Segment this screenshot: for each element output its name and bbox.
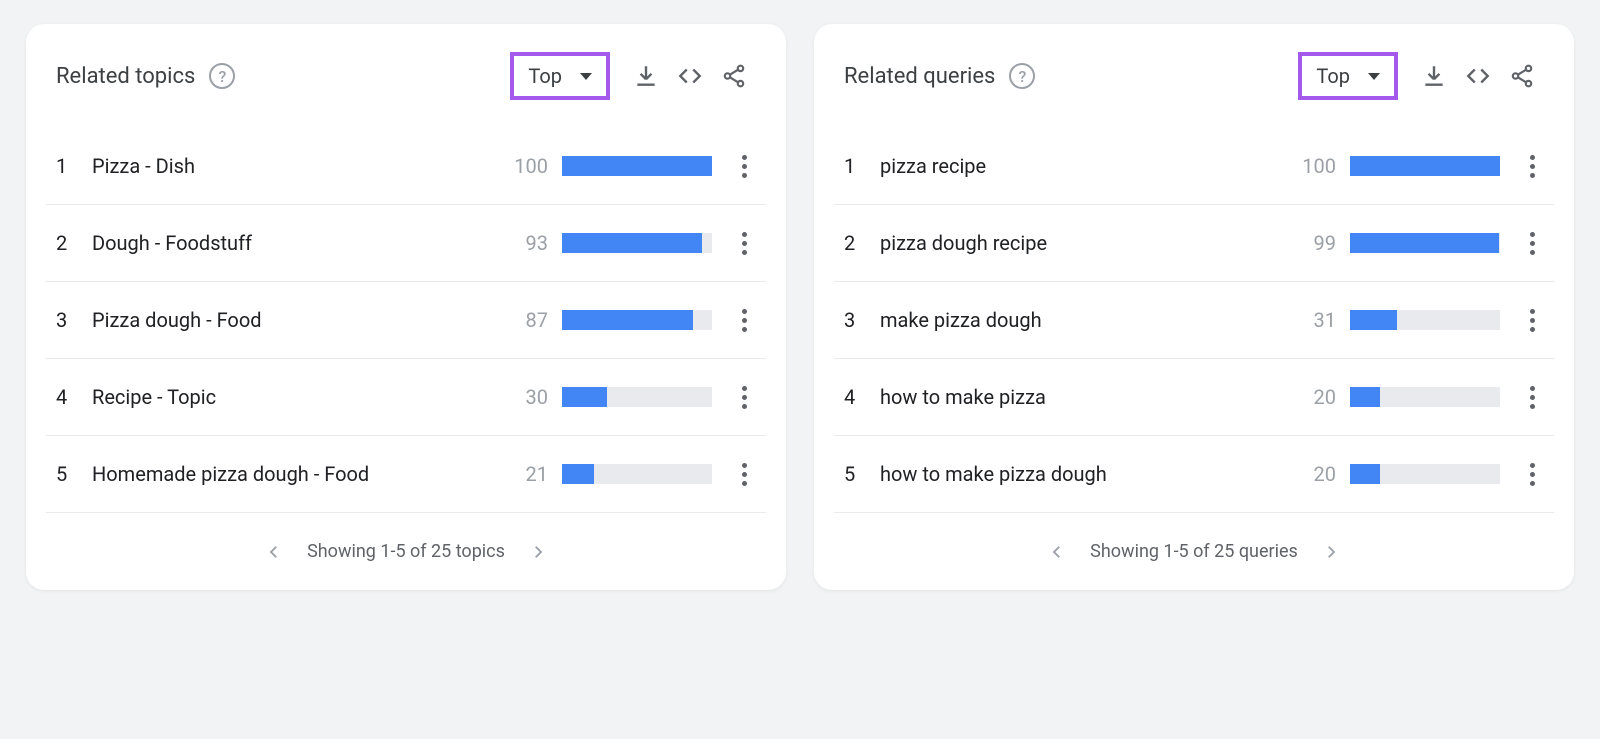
sort-dropdown[interactable]: Top [1298,52,1398,100]
item-label: Dough - Foodstuff [84,231,508,255]
more-vert-icon[interactable] [732,155,756,178]
item-bar [562,464,712,484]
card-title: Related queries [844,64,995,89]
download-icon[interactable] [624,54,668,98]
list-item[interactable]: 1pizza recipe100 [834,128,1554,205]
item-bar [1350,464,1500,484]
list-item[interactable]: 5Homemade pizza dough - Food21 [46,436,766,513]
list-item[interactable]: 3make pizza dough31 [834,282,1554,359]
sort-label: Top [1316,64,1350,88]
item-rank: 1 [844,154,872,178]
more-vert-icon[interactable] [732,309,756,332]
item-label: pizza recipe [872,154,1296,178]
item-label: Recipe - Topic [84,385,508,409]
item-rank: 5 [56,462,84,486]
topics-list: 1Pizza - Dish1002Dough - Foodstuff933Piz… [26,128,786,513]
share-icon[interactable] [712,54,756,98]
item-rank: 4 [844,385,872,409]
download-icon[interactable] [1412,54,1456,98]
pager: Showing 1-5 of 25 queries [814,513,1574,572]
card-header: Related topics ? Top [26,52,786,128]
item-rank: 2 [844,231,872,255]
more-vert-icon[interactable] [732,463,756,486]
embed-icon[interactable] [668,54,712,98]
item-bar [562,233,712,253]
item-bar [1350,233,1500,253]
pager: Showing 1-5 of 25 topics [26,513,786,572]
caret-down-icon [1368,73,1380,80]
more-vert-icon[interactable] [1520,155,1544,178]
more-vert-icon[interactable] [732,232,756,255]
share-icon[interactable] [1500,54,1544,98]
item-value: 100 [1296,154,1336,178]
item-bar [1350,310,1500,330]
related-topics-card: Related topics ? Top 1Pizza - Dish1002Do… [26,24,786,590]
item-value: 20 [1296,385,1336,409]
item-bar [1350,156,1500,176]
item-label: how to make pizza dough [872,462,1296,486]
more-vert-icon[interactable] [1520,386,1544,409]
help-icon[interactable]: ? [209,63,235,89]
item-value: 87 [508,308,548,332]
item-rank: 1 [56,154,84,178]
item-bar [562,310,712,330]
item-label: pizza dough recipe [872,231,1296,255]
item-value: 31 [1296,308,1336,332]
item-label: Homemade pizza dough - Food [84,462,508,486]
item-value: 30 [508,385,548,409]
next-page-button[interactable] [1322,543,1340,561]
help-icon[interactable]: ? [1009,63,1035,89]
more-vert-icon[interactable] [1520,463,1544,486]
more-vert-icon[interactable] [1520,309,1544,332]
item-rank: 4 [56,385,84,409]
item-value: 21 [508,462,548,486]
item-value: 99 [1296,231,1336,255]
more-vert-icon[interactable] [1520,232,1544,255]
queries-list: 1pizza recipe1002pizza dough recipe993ma… [814,128,1574,513]
next-page-button[interactable] [529,543,547,561]
list-item[interactable]: 4how to make pizza20 [834,359,1554,436]
list-item[interactable]: 1Pizza - Dish100 [46,128,766,205]
item-label: make pizza dough [872,308,1296,332]
list-item[interactable]: 3Pizza dough - Food87 [46,282,766,359]
item-rank: 5 [844,462,872,486]
card-title: Related topics [56,64,195,89]
pager-text: Showing 1-5 of 25 queries [1090,541,1298,562]
item-label: Pizza - Dish [84,154,508,178]
list-item[interactable]: 2Dough - Foodstuff93 [46,205,766,282]
item-label: Pizza dough - Food [84,308,508,332]
item-rank: 3 [56,308,84,332]
item-value: 93 [508,231,548,255]
item-value: 100 [508,154,548,178]
sort-dropdown[interactable]: Top [510,52,610,100]
card-header: Related queries ? Top [814,52,1574,128]
prev-page-button[interactable] [1048,543,1066,561]
item-bar [562,387,712,407]
list-item[interactable]: 5how to make pizza dough20 [834,436,1554,513]
list-item[interactable]: 4Recipe - Topic30 [46,359,766,436]
sort-label: Top [528,64,562,88]
embed-icon[interactable] [1456,54,1500,98]
related-queries-card: Related queries ? Top 1pizza recipe1002p… [814,24,1574,590]
item-rank: 3 [844,308,872,332]
caret-down-icon [580,73,592,80]
prev-page-button[interactable] [265,543,283,561]
item-label: how to make pizza [872,385,1296,409]
item-bar [562,156,712,176]
pager-text: Showing 1-5 of 25 topics [307,541,505,562]
list-item[interactable]: 2pizza dough recipe99 [834,205,1554,282]
item-bar [1350,387,1500,407]
more-vert-icon[interactable] [732,386,756,409]
item-rank: 2 [56,231,84,255]
item-value: 20 [1296,462,1336,486]
